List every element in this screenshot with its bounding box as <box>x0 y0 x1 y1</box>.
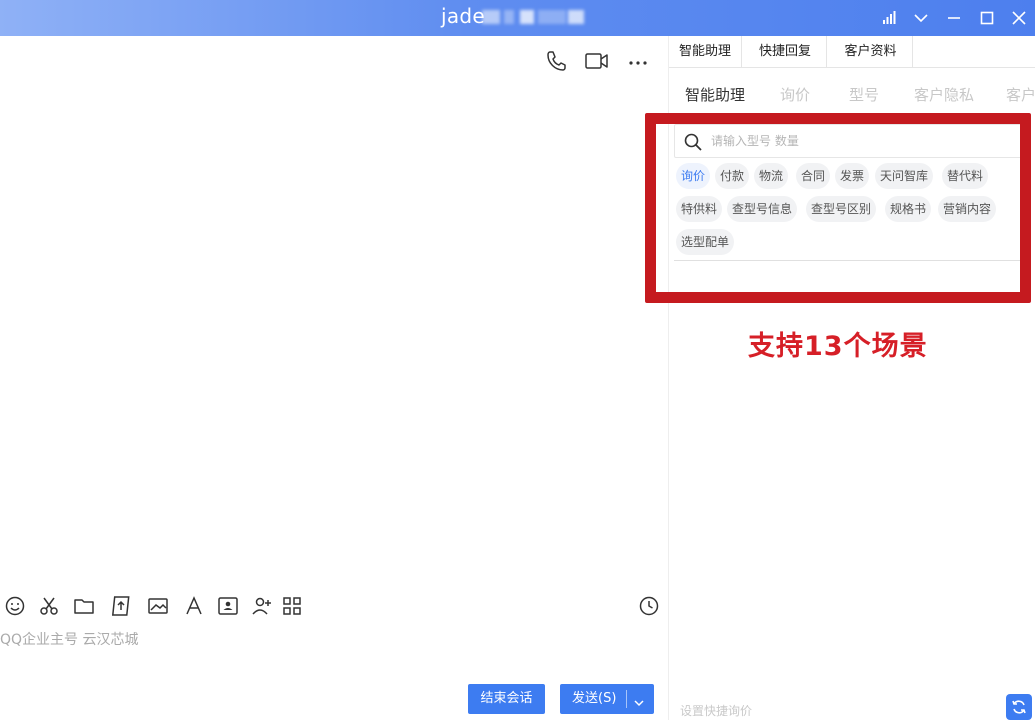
assistant-subtabs: 智能助理 询价 型号 客户隐私 客户 <box>669 84 1035 112</box>
more-icon[interactable] <box>626 48 652 74</box>
blurred-name <box>538 10 566 24</box>
subtab-inquiry[interactable]: 询价 <box>780 84 810 105</box>
blurred-name <box>504 10 514 24</box>
chevron-down-icon[interactable] <box>907 4 935 32</box>
chevron-down-icon[interactable] <box>632 692 646 720</box>
history-icon[interactable] <box>637 594 661 618</box>
maximize-icon[interactable] <box>973 4 1001 32</box>
video-call-icon[interactable] <box>584 48 610 74</box>
subtab-smart-assistant[interactable]: 智能助理 <box>685 84 745 105</box>
signal-icon[interactable] <box>876 4 904 32</box>
chat-header <box>0 36 668 86</box>
send-button-label: 发送(S) <box>572 691 617 706</box>
panel-tabs: 智能助理 快捷回复 客户资料 <box>669 36 1035 68</box>
tab-customer-profile[interactable]: 客户资料 <box>829 36 913 67</box>
subtab-model[interactable]: 型号 <box>849 84 879 105</box>
window-title: jade <box>441 4 486 28</box>
message-area <box>0 86 668 586</box>
contact-card-icon[interactable] <box>216 594 240 618</box>
phone-icon[interactable] <box>543 48 569 74</box>
upload-file-icon[interactable] <box>109 594 133 618</box>
quick-inquiry-hint[interactable]: 设置快捷询价 <box>680 702 752 719</box>
add-person-icon[interactable] <box>250 594 274 618</box>
blurred-name <box>568 10 584 24</box>
folder-icon[interactable] <box>72 594 96 618</box>
minimize-icon[interactable] <box>940 4 968 32</box>
emoji-icon[interactable] <box>3 594 27 618</box>
subtab-customer[interactable]: 客户 <box>1006 84 1035 105</box>
send-button-divider <box>626 690 627 708</box>
image-icon[interactable] <box>146 594 170 618</box>
tab-smart-assistant[interactable]: 智能助理 <box>669 36 742 67</box>
title-bar: jade <box>0 0 1035 36</box>
blurred-name <box>482 10 500 24</box>
font-icon[interactable] <box>182 594 206 618</box>
subtab-customer-privacy[interactable]: 客户隐私 <box>914 84 974 105</box>
tab-quick-reply[interactable]: 快捷回复 <box>744 36 827 67</box>
scissors-icon[interactable] <box>37 594 61 618</box>
scenario-annotation: 支持13个场景 <box>748 331 928 362</box>
message-input-placeholder[interactable]: QQ企业主号 云汉芯城 <box>0 629 139 649</box>
blurred-name <box>520 10 534 24</box>
close-icon[interactable] <box>1005 4 1033 32</box>
apps-icon[interactable] <box>280 594 304 618</box>
refresh-icon[interactable] <box>1006 694 1032 720</box>
send-button[interactable]: 发送(S) <box>560 684 654 714</box>
input-toolbar <box>0 590 668 622</box>
highlight-frame <box>645 113 1031 303</box>
end-session-button[interactable]: 结束会话 <box>468 684 545 714</box>
